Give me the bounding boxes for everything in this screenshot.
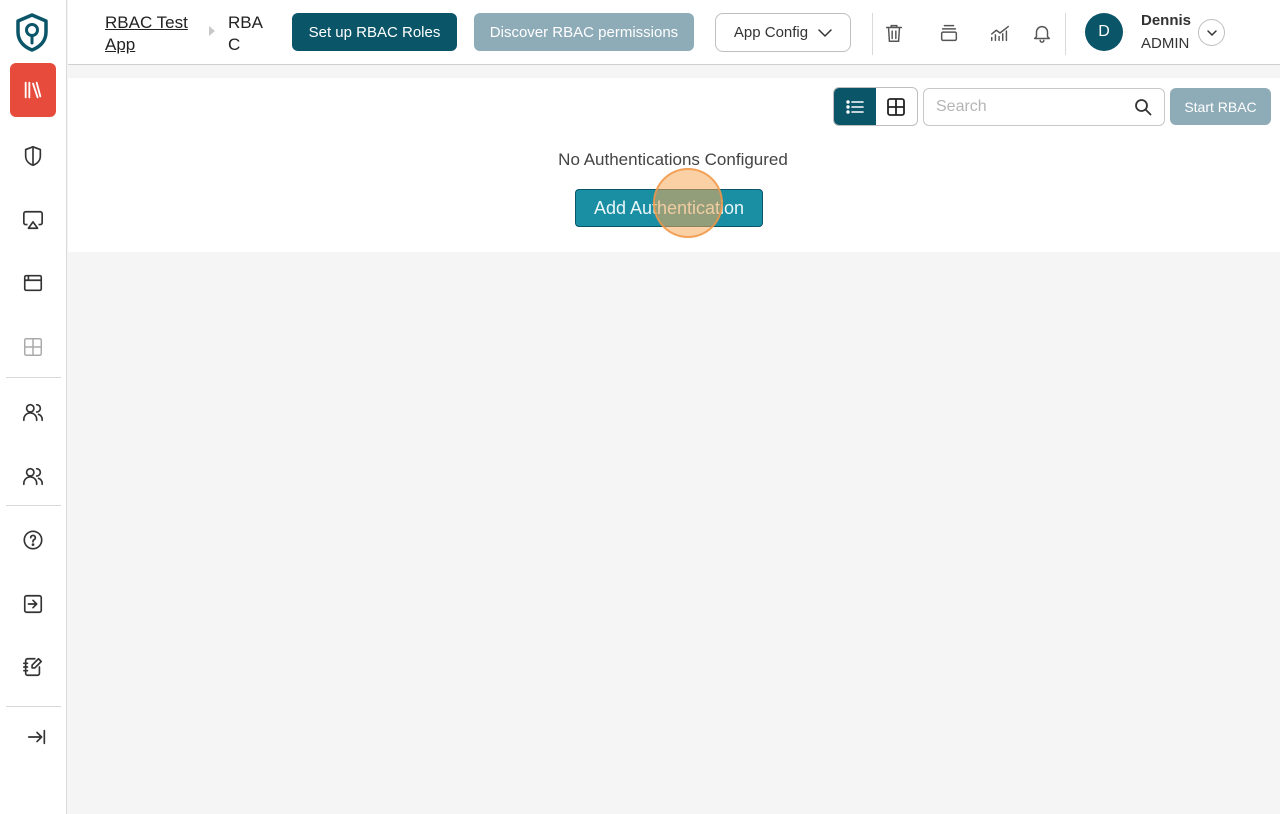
sidebar-item-users[interactable] [10,385,56,439]
user-menu-button[interactable] [1198,19,1225,46]
breadcrumb-separator-icon [209,26,215,36]
grid-view-button[interactable] [876,88,918,125]
header-divider [872,13,873,55]
shield-icon [24,146,42,166]
collapse-sidebar-button[interactable] [14,710,60,764]
view-toggle [833,87,918,126]
notifications-button[interactable] [1029,20,1055,46]
sidebar-item-help[interactable] [10,513,56,567]
analytics-icon [991,25,1009,42]
users-icon [23,403,43,422]
start-rbac-button[interactable]: Start RBAC [1170,88,1271,125]
grid-icon [887,97,906,116]
sidebar-divider [6,377,61,378]
header-divider [1065,13,1066,55]
help-circle-icon [23,530,43,550]
team-icon [23,467,43,486]
sidebar-item-apps[interactable] [10,256,56,310]
top-header: RBAC Test App RBAC Set up RBAC Roles Dis… [68,0,1280,65]
add-authentication-button[interactable]: Add Authentication [575,189,763,227]
delete-button[interactable] [881,20,907,46]
search-box [923,88,1165,126]
user-role: ADMIN [1141,35,1190,52]
discover-rbac-permissions-button[interactable]: Discover RBAC permissions [474,13,694,51]
empty-state-message: No Authentications Configured [558,150,788,169]
logo-icon [16,13,48,52]
analytics-button[interactable] [987,20,1013,46]
sidebar [0,0,67,814]
sidebar-item-login[interactable] [10,577,56,631]
sidebar-item-airplay[interactable] [10,193,56,247]
chevron-down-icon [1206,29,1217,36]
airplay-icon [23,210,43,230]
sidebar-item-library[interactable] [10,63,56,117]
sign-in-icon [23,594,43,614]
notebook-edit-icon [23,657,43,677]
grid-icon [24,338,42,356]
layers-icon [940,24,958,42]
sidebar-item-team[interactable] [10,449,56,503]
authentications-panel: Start RBAC No Authentications Configured… [68,78,1280,252]
list-icon [846,99,864,114]
bell-icon [1033,25,1051,43]
sidebar-item-grid[interactable] [10,320,56,374]
list-view-button[interactable] [834,88,876,125]
sidebar-divider [6,706,61,707]
avatar[interactable]: D [1085,13,1123,51]
search-icon[interactable] [1134,98,1152,116]
chevron-down-icon [818,28,832,37]
sidebar-item-notes[interactable] [10,640,56,694]
sidebar-divider [6,505,61,506]
trash-icon [885,24,903,42]
library-icon [24,81,42,99]
app-config-label: App Config [733,24,809,41]
setup-rbac-roles-button[interactable]: Set up RBAC Roles [292,13,457,51]
sidebar-item-security[interactable] [10,129,56,183]
layers-button[interactable] [936,20,962,46]
search-input[interactable] [936,89,1126,125]
collapse-sidebar-icon [27,729,46,745]
user-name: Dennis [1141,12,1192,29]
browser-window-icon [23,274,43,292]
breadcrumb-parent-link[interactable]: RBAC Test App [105,12,205,56]
app-config-dropdown[interactable]: App Config [715,13,851,52]
breadcrumb-current: RBAC [228,13,263,54]
